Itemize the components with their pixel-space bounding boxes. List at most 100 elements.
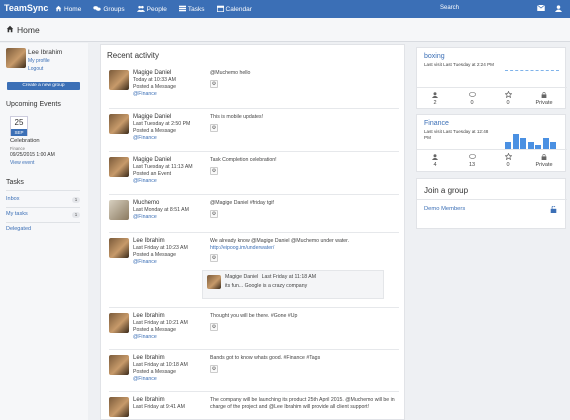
activity-message-wrap: We already know @Magige Daniel @Muchemo … (210, 238, 400, 262)
activity-group-link[interactable]: @Finance (133, 376, 208, 383)
activity-author[interactable]: Lee Ibrahim (133, 355, 208, 362)
group-name-link[interactable]: boxing (424, 53, 445, 60)
activity-group-link[interactable]: @Finance (133, 135, 208, 142)
activity-meta: Lee Ibrahim Last Friday at 10:21 AM Post… (133, 313, 208, 341)
reply-author[interactable]: Magige Daniel (225, 274, 258, 280)
activity-author[interactable]: Magige Daniel (133, 157, 208, 164)
user-name: Lee Ibrahim (28, 49, 63, 56)
gear-icon[interactable]: ⚙ (210, 80, 218, 88)
gear-icon[interactable]: ⚙ (210, 323, 218, 331)
home-icon (55, 5, 62, 14)
unlock-icon[interactable] (550, 205, 557, 215)
gear-icon[interactable]: ⚙ (210, 124, 218, 132)
divider (6, 207, 80, 208)
activity-meta: Magige Daniel Today at 10:33 AM Posted a… (133, 70, 208, 98)
activity-group-link[interactable]: @Finance (133, 259, 208, 266)
members-icon (432, 153, 438, 162)
activity-message: This is mobile updates! (210, 114, 264, 120)
avatar[interactable] (109, 157, 129, 177)
nav-tasks[interactable]: Tasks (178, 5, 205, 14)
activity-group-link[interactable]: @Finance (133, 214, 208, 221)
favorites-stat: 0 (493, 152, 523, 168)
event-datetime: 09/25/2015 1:00 AM (10, 152, 55, 158)
sidebar-item-label: Delegated (6, 226, 32, 232)
avatar[interactable] (6, 48, 26, 68)
messages-stat: 0 (457, 91, 487, 106)
activity-group-link[interactable]: @Finance (133, 334, 208, 341)
activity-author[interactable]: Lee Ibrahim (133, 238, 208, 245)
divider (109, 307, 399, 308)
logout-link[interactable]: Logout (28, 66, 43, 72)
activity-time: Last Tuesday at 11:13 AM (133, 164, 193, 170)
messages-count: 0 (470, 100, 474, 106)
mail-icon[interactable] (537, 4, 545, 14)
activity-action: Posted a Message (133, 327, 176, 333)
avatar[interactable] (109, 70, 129, 90)
group-card-boxing: boxing Last visit Last Tuesday at 2:24 P… (416, 47, 567, 109)
avatar[interactable] (109, 238, 129, 258)
avatar[interactable] (109, 355, 129, 375)
activity-time: Last Friday at 9:41 AM (133, 404, 185, 410)
divider (109, 194, 399, 195)
activity-author[interactable]: Magige Daniel (133, 70, 208, 77)
avatar[interactable] (109, 114, 129, 134)
activity-meta: Lee Ibrahim Last Friday at 9:41 AM (133, 397, 208, 411)
activity-author[interactable]: Lee Ibrahim (133, 313, 208, 320)
my-profile-link[interactable]: My profile (28, 58, 50, 64)
activity-group-link[interactable]: @Finance (133, 178, 208, 185)
group-name-link[interactable]: Finance (424, 120, 449, 127)
sidebar-item-inbox[interactable]: Inbox 1 (6, 196, 80, 207)
group-last-visit: Last visit Last Tuesday at 12:48 PM (424, 129, 489, 140)
gear-icon[interactable]: ⚙ (210, 365, 218, 373)
group-stats: 4 13 0 Private (417, 149, 567, 171)
nav-people-label: People (146, 6, 167, 13)
sidebar-item-delegated[interactable]: Delegated (6, 226, 80, 237)
avatar[interactable] (207, 275, 221, 289)
create-group-button[interactable]: Create a new group (7, 82, 80, 90)
activity-action: Posted an Event (133, 171, 172, 177)
reply-comment: Magige Daniel Last Friday at 11:18 AM it… (202, 270, 384, 299)
star-icon (503, 90, 513, 100)
activity-group-link[interactable]: @Finance (133, 91, 208, 98)
activity-action: Posted a Message (133, 252, 176, 258)
avatar[interactable] (109, 313, 129, 333)
nav-calendar[interactable]: Calendar (216, 5, 252, 14)
activity-message-wrap: Bands got to know whats good. #Finance #… (210, 355, 400, 373)
join-group-heading: Join a group (424, 186, 469, 195)
gear-icon[interactable]: ⚙ (210, 167, 218, 175)
members-icon (432, 91, 438, 100)
nav-calendar-label: Calendar (225, 6, 252, 13)
activity-author[interactable]: Muchemo (133, 200, 208, 207)
page-title: Home (17, 25, 40, 35)
sidebar-item-my-tasks[interactable]: My tasks 1 (6, 211, 80, 222)
nav-people[interactable]: People (136, 5, 167, 14)
activity-meta: Muchemo Last Monday at 8:51 AM @Finance (133, 200, 208, 221)
view-event-link[interactable]: View event (10, 160, 34, 166)
join-group-panel: Join a group Demo Members (416, 178, 567, 229)
search-link[interactable]: Search (440, 5, 459, 11)
activity-bar (550, 141, 556, 149)
activity-author[interactable]: Lee Ibrahim (133, 397, 208, 404)
avatar[interactable] (109, 200, 129, 220)
user-icon[interactable] (555, 5, 562, 14)
activity-message-wrap: @Muchemo hello ⚙ (210, 70, 400, 88)
chat-icon (468, 153, 476, 162)
gear-icon[interactable]: ⚙ (210, 210, 218, 218)
activity-time: Today at 10:33 AM (133, 77, 176, 83)
join-group-link[interactable]: Demo Members (424, 206, 465, 212)
activity-url-link[interactable]: http://eipoog.im/underwater/ (210, 245, 400, 252)
gear-icon[interactable]: ⚙ (210, 254, 218, 262)
my-tasks-count-badge: 1 (72, 212, 80, 218)
nav-groups[interactable]: Groups (93, 5, 125, 14)
nav-home[interactable]: Home (55, 5, 81, 14)
home-icon (6, 25, 14, 35)
tasks-heading: Tasks (6, 179, 24, 186)
activity-author[interactable]: Magige Daniel (133, 114, 208, 121)
activity-message: We already know @Magige Daniel @Muchemo … (210, 238, 350, 244)
avatar[interactable] (109, 397, 129, 417)
activity-meta: Lee Ibrahim Last Friday at 10:23 AM Post… (133, 238, 208, 266)
activity-message: The company will be launching its produc… (210, 397, 395, 410)
groups-icon (93, 5, 102, 14)
activity-action: Posted a Message (133, 84, 176, 90)
brand-logo[interactable]: TeamSync (4, 3, 48, 13)
